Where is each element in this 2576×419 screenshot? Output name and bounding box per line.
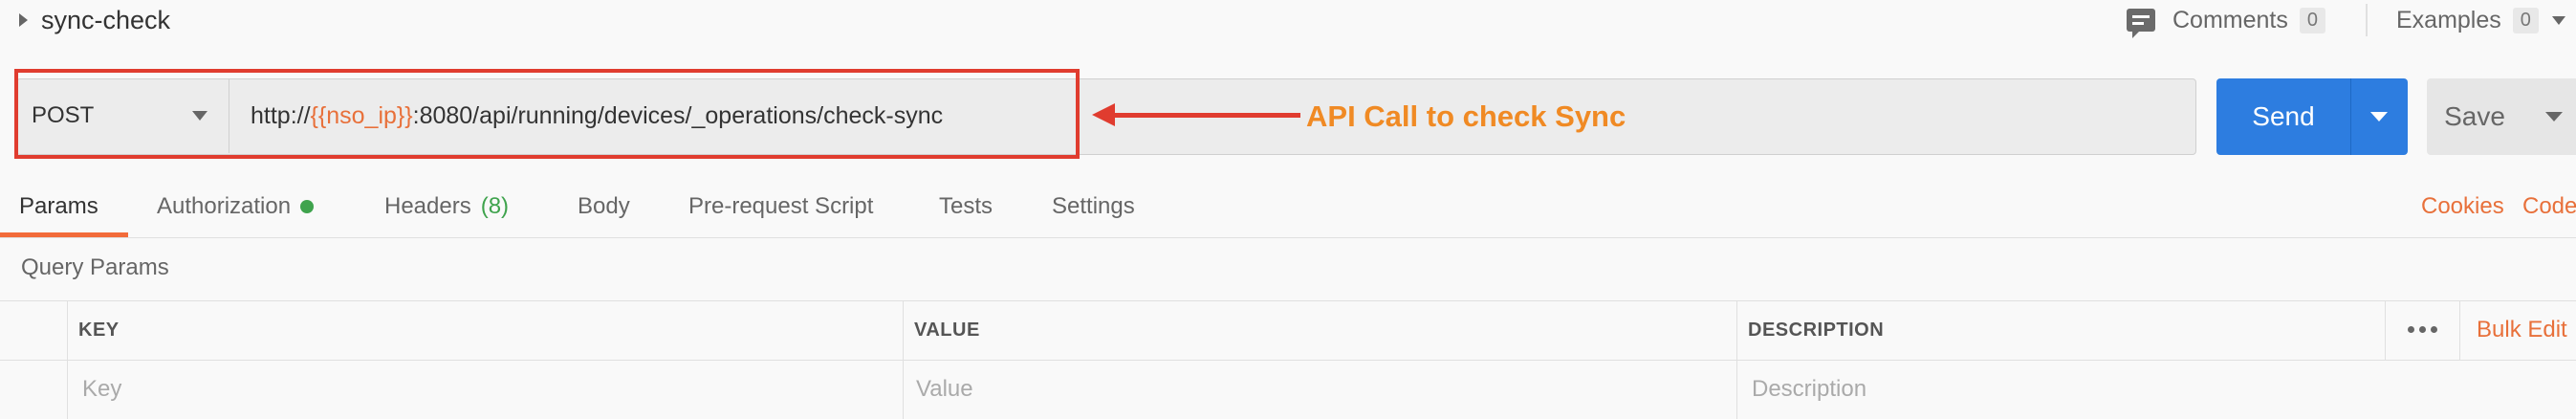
tab-label: Headers: [384, 193, 471, 219]
tab-params[interactable]: Params: [19, 176, 98, 237]
annotation-text: API Call to check Sync: [1306, 99, 1626, 133]
column-divider: [2385, 300, 2386, 360]
value-input[interactable]: Value: [916, 360, 973, 419]
column-header-value: VALUE: [914, 319, 980, 341]
column-divider: [903, 300, 904, 419]
comment-icon: [2127, 9, 2155, 38]
tab-tests[interactable]: Tests: [939, 176, 993, 237]
request-name[interactable]: sync-check: [19, 0, 170, 40]
bulk-edit-link[interactable]: Bulk Edit: [2477, 300, 2567, 360]
query-params-title: Query Params: [21, 254, 169, 280]
caret-right-icon[interactable]: [19, 13, 28, 27]
column-divider: [67, 300, 68, 419]
comments-label: Comments: [2172, 6, 2288, 33]
tabs-divider: [0, 237, 2576, 238]
annotation-highlight-box: [14, 69, 1080, 159]
save-label: Save: [2444, 101, 2505, 131]
tab-settings[interactable]: Settings: [1052, 176, 1135, 237]
table-border-top: [0, 300, 2576, 301]
headers-count: (8): [480, 193, 510, 219]
status-dot-icon: [300, 200, 315, 213]
tab-label: Settings: [1052, 193, 1135, 219]
tab-body[interactable]: Body: [578, 176, 630, 237]
tab-headers[interactable]: Headers (8): [384, 176, 509, 237]
save-dropdown-chevron-icon[interactable]: [2545, 112, 2563, 121]
examples-count: 0: [2512, 7, 2539, 33]
tab-label: Params: [19, 193, 98, 219]
comments-button[interactable]: Comments 0: [2127, 0, 2325, 40]
more-options-icon[interactable]: [2408, 316, 2437, 342]
tab-label: Pre-request Script: [688, 193, 874, 219]
annotation-arrow-icon: [1092, 103, 1115, 126]
column-header-key: KEY: [78, 319, 120, 341]
table-border-header: [0, 360, 2576, 361]
chevron-down-icon: [2551, 15, 2565, 25]
cookies-link[interactable]: Cookies: [2421, 176, 2504, 237]
tab-label: Tests: [939, 193, 993, 219]
save-button[interactable]: Save: [2427, 78, 2576, 155]
column-header-description: DESCRIPTION: [1748, 319, 1885, 341]
examples-dropdown[interactable]: Examples 0: [2396, 0, 2565, 40]
cookies-label: Cookies: [2421, 193, 2504, 219]
tab-label: Body: [578, 193, 630, 219]
code-link[interactable]: Code: [2522, 176, 2576, 237]
key-input[interactable]: Key: [82, 360, 121, 419]
send-label: Send: [2252, 101, 2315, 131]
tab-label: Authorization: [157, 193, 292, 219]
annotation-arrow-shaft: [1109, 113, 1300, 118]
comments-count: 0: [2299, 7, 2325, 33]
send-button[interactable]: Send: [2216, 78, 2408, 155]
request-name-text: sync-check: [41, 5, 171, 34]
header-divider: [2366, 4, 2368, 36]
examples-label: Examples: [2396, 6, 2501, 33]
send-divider: [2350, 78, 2351, 155]
tab-authorization[interactable]: Authorization: [157, 176, 315, 237]
column-divider: [2459, 300, 2460, 360]
description-input[interactable]: Description: [1752, 360, 1867, 419]
send-dropdown-chevron-icon[interactable]: [2370, 112, 2388, 121]
code-label: Code: [2522, 193, 2576, 219]
column-divider: [1736, 300, 1737, 419]
tab-pre-request-script[interactable]: Pre-request Script: [688, 176, 873, 237]
